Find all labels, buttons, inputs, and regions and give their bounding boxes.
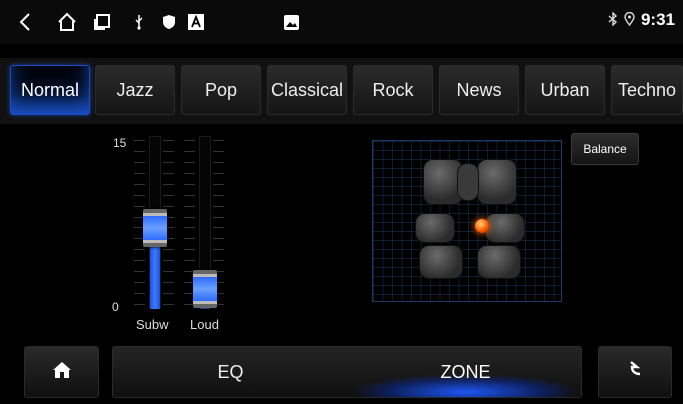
- slider-tick: [163, 172, 174, 174]
- slider-tick: [213, 216, 224, 218]
- slider-tick: [213, 161, 224, 163]
- slider-tick: [184, 161, 195, 163]
- slider-tick: [163, 282, 174, 284]
- preset-normal[interactable]: Normal: [10, 65, 90, 115]
- return-button[interactable]: [598, 346, 672, 398]
- slider-tick: [134, 304, 145, 305]
- status-right-group: 9:31: [608, 10, 675, 30]
- clock: 9:31: [640, 10, 675, 29]
- slider-tick: [184, 238, 195, 240]
- slider-tick: [163, 304, 174, 305]
- slider-tick: [134, 293, 145, 295]
- location-icon: [624, 11, 635, 29]
- slider-tick: [213, 227, 224, 229]
- slider-tick: [184, 172, 195, 174]
- preset-urban[interactable]: Urban: [525, 65, 605, 115]
- middle-right-seat: [485, 213, 525, 243]
- recents-icon[interactable]: [92, 12, 112, 32]
- slider-tick: [134, 161, 145, 163]
- slider-tick: [184, 150, 195, 152]
- sound-focus-point[interactable]: [475, 219, 489, 233]
- slider-tick: [163, 271, 174, 273]
- rear-right-seat: [477, 245, 521, 279]
- center-console: [457, 163, 479, 201]
- slider-tick: [134, 194, 145, 196]
- eq-preset-strip: Normal Jazz Pop Classical Rock News Urba…: [0, 58, 683, 124]
- scale-min-label: 0: [112, 300, 119, 314]
- slider-tick: [134, 271, 145, 273]
- slider-tick: [213, 238, 224, 240]
- middle-left-seat: [415, 213, 455, 243]
- loud-slider-knob[interactable]: [193, 270, 217, 308]
- home-button[interactable]: [24, 346, 99, 398]
- preset-techno[interactable]: Techno: [611, 65, 683, 115]
- home-outline-icon[interactable]: [56, 12, 78, 32]
- slider-tick: [184, 260, 195, 262]
- slider-tick: [213, 260, 224, 262]
- slider-tick: [213, 150, 224, 152]
- slider-tick: [163, 183, 174, 185]
- tab-eq[interactable]: EQ: [113, 347, 348, 397]
- slider-tick: [134, 260, 145, 262]
- slider-tick: [163, 150, 174, 152]
- preset-jazz[interactable]: Jazz: [95, 65, 175, 115]
- back-icon[interactable]: [16, 12, 34, 32]
- return-arrow-icon: [628, 360, 642, 384]
- slider-tick: [163, 140, 174, 141]
- slider-tick: [134, 205, 145, 207]
- slider-tick: [213, 172, 224, 174]
- status-bar: 9:31: [0, 0, 683, 44]
- subw-label: Subw: [136, 317, 169, 332]
- car-seat-zone-map[interactable]: [372, 140, 562, 302]
- slider-tick: [213, 140, 224, 141]
- slider-tick: [163, 205, 174, 207]
- slider-tick: [184, 216, 195, 218]
- image-icon: [282, 12, 300, 32]
- slider-tick: [163, 194, 174, 196]
- slider-tick: [213, 205, 224, 207]
- bluetooth-icon: [608, 10, 618, 29]
- usb-icon: [132, 12, 146, 32]
- balance-button[interactable]: Balance: [571, 133, 639, 165]
- slider-tick: [163, 260, 174, 262]
- home-icon: [52, 361, 72, 384]
- slider-tick: [134, 150, 145, 152]
- preset-rock[interactable]: Rock: [353, 65, 433, 115]
- preset-classical[interactable]: Classical: [267, 65, 347, 115]
- slider-tick: [184, 249, 195, 251]
- tab-zone[interactable]: ZONE: [348, 347, 583, 397]
- slider-tick: [134, 172, 145, 174]
- slider-tick: [213, 183, 224, 185]
- preset-news[interactable]: News: [439, 65, 519, 115]
- slider-tick: [134, 282, 145, 284]
- slider-tick: [163, 293, 174, 295]
- slider-tick: [184, 183, 195, 185]
- bottom-tab-strip: EQ ZONE: [112, 346, 583, 398]
- a-box-icon: [186, 12, 206, 32]
- slider-tick: [163, 161, 174, 163]
- shield-icon: [160, 12, 178, 32]
- rear-left-seat: [419, 245, 463, 279]
- front-right-seat: [477, 159, 517, 205]
- slider-tick: [134, 249, 145, 251]
- loud-label: Loud: [190, 317, 219, 332]
- slider-tick: [163, 249, 174, 251]
- slider-tick: [184, 140, 195, 141]
- scale-max-label: 15: [113, 136, 127, 150]
- preset-pop[interactable]: Pop: [181, 65, 261, 115]
- slider-tick: [184, 194, 195, 196]
- slider-tick: [184, 227, 195, 229]
- slider-tick: [134, 140, 145, 141]
- slider-tick: [184, 205, 195, 207]
- slider-tick: [213, 249, 224, 251]
- subw-slider-knob[interactable]: [143, 208, 167, 247]
- slider-tick: [134, 183, 145, 185]
- slider-tick: [213, 194, 224, 196]
